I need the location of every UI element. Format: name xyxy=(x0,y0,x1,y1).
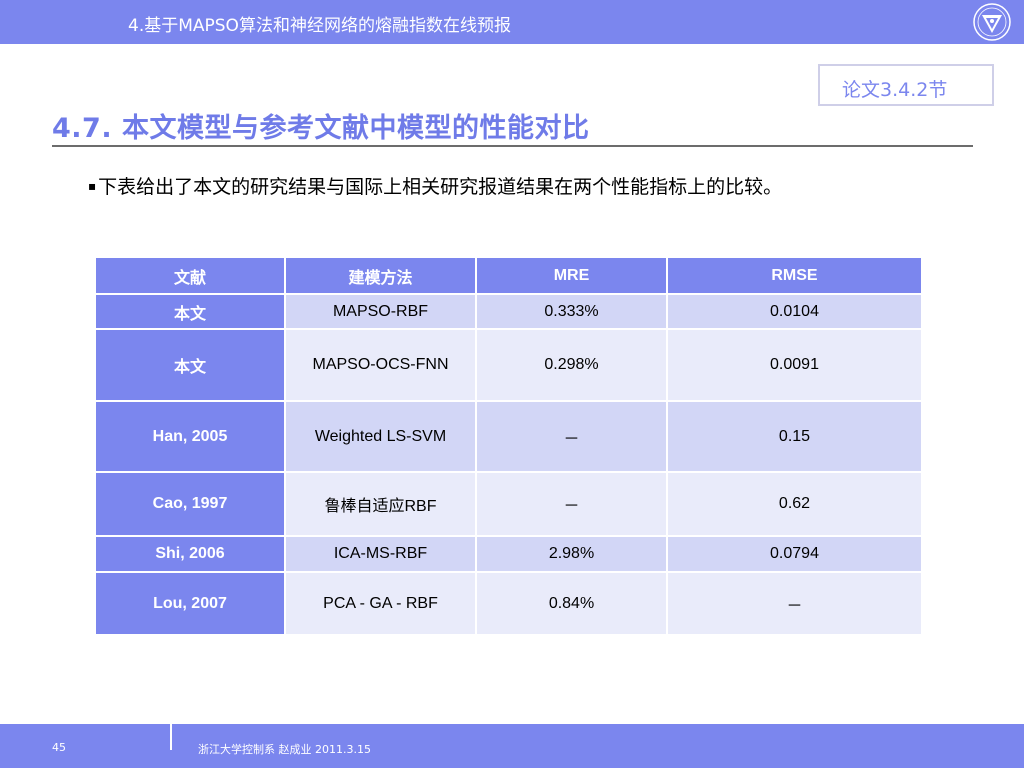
table-header-row: 文献 建模方法 MRE RMSE xyxy=(94,256,923,295)
method-cell: ICA-MS-RBF xyxy=(284,535,477,573)
method-cell: MAPSO-OCS-FNN xyxy=(284,328,477,402)
method-cell: MAPSO-RBF xyxy=(284,293,477,330)
column-header-method: 建模方法 xyxy=(284,256,477,295)
comparison-table: 文献 建模方法 MRE RMSE 本文 MAPSO-RBF 0.333% 0.0… xyxy=(94,256,923,636)
mre-cell: － xyxy=(475,471,668,537)
column-header-mre: MRE xyxy=(475,256,668,295)
table-row: Shi, 2006 ICA-MS-RBF 2.98% 0.0794 xyxy=(94,535,923,573)
page-number: 45 xyxy=(52,741,66,754)
rmse-cell: 0.15 xyxy=(666,400,923,473)
reference-tag: 论文3.4.2节 xyxy=(818,64,994,106)
table-row: Lou, 2007 PCA - GA - RBF 0.84% － xyxy=(94,571,923,636)
source-cell: 本文 xyxy=(94,293,286,330)
mre-cell: 0.333% xyxy=(475,293,668,330)
column-header-rmse: RMSE xyxy=(666,256,923,295)
method-cell: 鲁棒自适应RBF xyxy=(284,471,477,537)
slide-heading: 4.7. 本文模型与参考文献中模型的性能对比 xyxy=(52,113,590,144)
mre-cell: 0.298% xyxy=(475,328,668,402)
source-cell: Lou, 2007 xyxy=(94,571,286,636)
source-cell: Cao, 1997 xyxy=(94,471,286,537)
rmse-cell: 0.0794 xyxy=(666,535,923,573)
rmse-cell: － xyxy=(666,571,923,636)
rmse-cell: 0.0104 xyxy=(666,293,923,330)
rmse-cell: 0.0091 xyxy=(666,328,923,402)
source-cell: Han, 2005 xyxy=(94,400,286,473)
method-cell: Weighted LS-SVM xyxy=(284,400,477,473)
mre-cell: 2.98% xyxy=(475,535,668,573)
footer-bar: 45 浙江大学控制系 赵成业 2011.3.15 xyxy=(0,724,1024,768)
heading-divider xyxy=(52,145,973,147)
mre-cell: 0.84% xyxy=(475,571,668,636)
footer-organization: 浙江大学控制系 赵成业 2011.3.15 xyxy=(198,743,371,756)
table-row: Han, 2005 Weighted LS-SVM － 0.15 xyxy=(94,400,923,473)
table-row: Cao, 1997 鲁棒自适应RBF － 0.62 xyxy=(94,471,923,537)
bullet-text: 下表给出了本文的研究结果与国际上相关研究报道结果在两个性能指标上的比较。 xyxy=(98,176,783,198)
bullet-marker: ▪ xyxy=(88,179,97,193)
source-cell: Shi, 2006 xyxy=(94,535,286,573)
mre-cell: － xyxy=(475,400,668,473)
method-cell: PCA - GA - RBF xyxy=(284,571,477,636)
bullet-point: ▪ 下表给出了本文的研究结果与国际上相关研究报道结果在两个性能指标上的比较。 xyxy=(88,172,808,201)
table-row: 本文 MAPSO-OCS-FNN 0.298% 0.0091 xyxy=(94,328,923,402)
source-cell: 本文 xyxy=(94,328,286,402)
rmse-cell: 0.62 xyxy=(666,471,923,537)
slide-section-title: 4.基于MAPSO算法和神经网络的熔融指数在线预报 xyxy=(128,16,511,36)
column-header-source: 文献 xyxy=(94,256,286,295)
footer-divider xyxy=(170,724,172,750)
university-seal-icon xyxy=(973,3,1011,41)
reference-tag-text: 论文3.4.2节 xyxy=(842,79,948,101)
table-row: 本文 MAPSO-RBF 0.333% 0.0104 xyxy=(94,293,923,330)
header-bar: 4.基于MAPSO算法和神经网络的熔融指数在线预报 xyxy=(0,0,1024,44)
